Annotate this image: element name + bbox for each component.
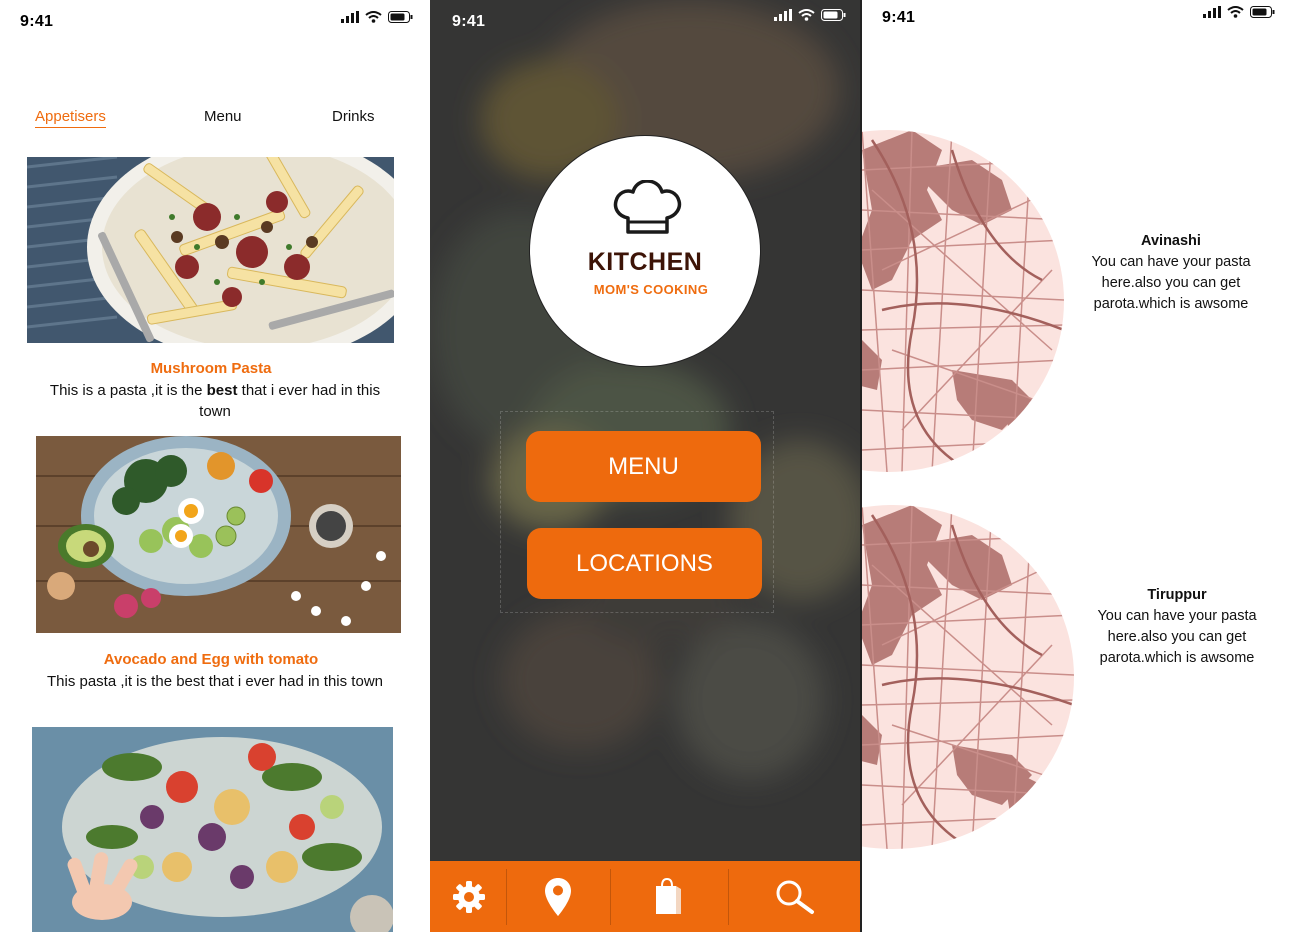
wifi-icon xyxy=(365,11,382,23)
tab-menu[interactable]: Menu xyxy=(204,108,242,125)
status-icons xyxy=(774,9,846,21)
location-map-tiruppur[interactable] xyxy=(862,505,1074,849)
status-bar: 9:41 xyxy=(0,0,430,40)
kitchen-logo: KITCHEN MOM'S COOKING xyxy=(529,135,761,367)
bottom-nav xyxy=(430,861,860,932)
tab-drinks[interactable]: Drinks xyxy=(332,108,375,125)
wifi-icon xyxy=(1227,6,1244,18)
search-icon xyxy=(776,880,814,914)
item-title: Avocado and Egg with tomato xyxy=(103,651,319,668)
cart-nav-button[interactable] xyxy=(612,861,724,932)
battery-icon xyxy=(821,9,846,21)
item-description: This pasta ,it is the best that i ever h… xyxy=(46,673,383,690)
main-actions: MENU LOCATIONS xyxy=(500,411,774,613)
status-time: 9:41 xyxy=(882,9,916,26)
location-description: You can have your pasta here.also you ca… xyxy=(1091,254,1251,312)
chef-hat-icon xyxy=(613,180,682,234)
item-description: This is a pasta ,it is the best that i e… xyxy=(40,380,390,422)
search-nav-button[interactable] xyxy=(730,861,860,932)
location-map-avinashi[interactable] xyxy=(862,130,1064,472)
mushroom-pasta-image[interactable] xyxy=(27,157,394,343)
location-name: Avinashi xyxy=(1141,233,1201,249)
status-bar: 9:41 xyxy=(430,0,860,40)
settings-nav-button[interactable] xyxy=(430,861,508,932)
locations-button[interactable]: LOCATIONS xyxy=(527,528,762,599)
item-description-text: This is a pasta ,it is the xyxy=(49,382,207,399)
signal-icon xyxy=(341,11,359,23)
salad-platter-image[interactable] xyxy=(32,727,393,932)
item-description-bold: best xyxy=(206,382,238,399)
gear-icon xyxy=(453,880,485,913)
location-info: Avinashi You can have your pasta here.al… xyxy=(1084,231,1258,315)
item-title: Mushroom Pasta xyxy=(150,360,272,377)
battery-icon xyxy=(1250,6,1275,18)
tab-appetisers[interactable]: Appetisers xyxy=(35,108,106,128)
brand-tagline: MOM'S COOKING xyxy=(593,282,709,297)
locations-screen: 9:41 Avinashi You can have your pasta he… xyxy=(862,0,1292,932)
status-icons xyxy=(341,11,413,23)
location-info: Tiruppur You can have your pasta here.al… xyxy=(1090,585,1264,669)
menu-button[interactable]: MENU xyxy=(526,431,761,502)
brand-name: KITCHEN xyxy=(587,248,703,276)
location-nav-button[interactable] xyxy=(508,861,608,932)
home-screen: 9:41 KITCHEN MOM'S COOKING MENU LOCATION… xyxy=(430,0,860,932)
nav-separator xyxy=(610,869,611,925)
location-pin-icon xyxy=(545,877,571,916)
menu-list-screen: 9:41 Appetisers Menu Drinks Mushroom Pas… xyxy=(0,0,430,932)
signal-icon xyxy=(1203,6,1221,18)
category-tabs: Appetisers Menu Drinks xyxy=(0,108,430,134)
status-icons xyxy=(1203,6,1275,18)
location-name: Tiruppur xyxy=(1147,587,1207,603)
nav-separator xyxy=(506,869,507,925)
wifi-icon xyxy=(798,9,815,21)
shopping-bag-icon xyxy=(656,877,681,914)
status-time: 9:41 xyxy=(20,13,54,30)
status-bar: 9:41 xyxy=(862,0,1292,40)
avocado-egg-image[interactable] xyxy=(36,436,401,633)
signal-icon xyxy=(774,9,792,21)
battery-icon xyxy=(388,11,413,23)
nav-separator xyxy=(728,869,729,925)
status-time: 9:41 xyxy=(452,13,486,30)
location-description: You can have your pasta here.also you ca… xyxy=(1097,608,1257,666)
